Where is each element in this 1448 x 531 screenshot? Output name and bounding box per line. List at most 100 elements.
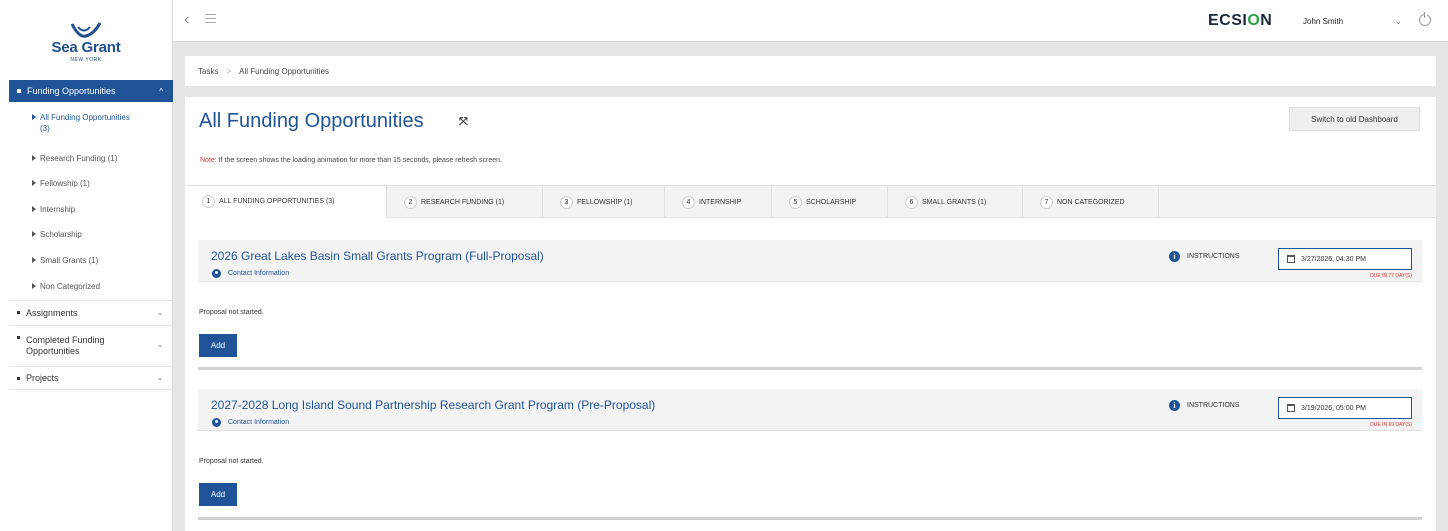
user-name[interactable]: John Smith bbox=[1303, 17, 1343, 26]
tab-non-categorized[interactable]: 7 NON CATEGORIZED bbox=[1023, 186, 1159, 218]
contact-information-link[interactable]: Contact Information bbox=[212, 269, 289, 278]
sidebar-item-label: Internship bbox=[40, 205, 76, 214]
sidebar-item-all-funding-opportunities[interactable]: All Funding Opportunities (3) bbox=[32, 112, 130, 134]
tab-number: 5 bbox=[789, 195, 802, 209]
sidebar-item-label: Small Grants (1) bbox=[40, 256, 99, 265]
expand-icon[interactable]: ⤧ bbox=[459, 116, 468, 129]
sidebar-section-assignments[interactable]: Assignments ⌄ bbox=[9, 300, 173, 324]
contact-information-label: Contact Information bbox=[228, 270, 290, 277]
add-button[interactable]: Add bbox=[199, 334, 237, 357]
chevron-down-icon: ⌄ bbox=[157, 309, 163, 317]
triangle-right-icon bbox=[32, 283, 36, 289]
instructions-link[interactable]: i INSTRUCTIONS bbox=[1169, 400, 1240, 411]
sidebar-item-label-line1: All Funding Opportunities bbox=[40, 113, 130, 122]
tab-number: 7 bbox=[1040, 195, 1053, 209]
breadcrumb-separator: > bbox=[226, 66, 232, 76]
calendar-icon bbox=[1287, 255, 1295, 263]
proposal-status: Proposal not started. bbox=[199, 309, 264, 316]
sidebar-item-small-grants[interactable]: Small Grants (1) bbox=[32, 255, 98, 266]
sidebar: Sea Grant NEW YORK Funding Opportunities… bbox=[0, 0, 173, 531]
tab-label: ALL FUNDING OPPORTUNITIES (3) bbox=[219, 198, 335, 205]
breadcrumb: Tasks > All Funding Opportunities bbox=[185, 56, 1436, 86]
sidebar-section-label: Assignments bbox=[26, 307, 78, 318]
tab-research-funding[interactable]: 2 RESEARCH FUNDING (1) bbox=[387, 186, 543, 218]
due-in-days: DUE IN 69 DAY(S) bbox=[1370, 422, 1412, 428]
sidebar-item-internship[interactable]: Internship bbox=[32, 204, 75, 215]
calendar-icon bbox=[1287, 404, 1295, 412]
sidebar-section-label-line1: Completed Funding bbox=[26, 334, 105, 345]
breadcrumb-tasks-link[interactable]: Tasks bbox=[198, 67, 218, 76]
power-icon[interactable] bbox=[1419, 12, 1431, 26]
sidebar-item-fellowship[interactable]: Fellowship (1) bbox=[32, 178, 90, 189]
due-date-field[interactable]: 3/27/2026, 04:30 PM bbox=[1278, 248, 1412, 270]
bullet-icon bbox=[17, 89, 21, 93]
logo-subtext: NEW YORK bbox=[70, 56, 102, 63]
top-bar: ‹ ECSION John Smith ⌄ bbox=[173, 0, 1448, 42]
contact-information-label: Contact Information bbox=[228, 419, 290, 426]
back-arrow-icon[interactable]: ‹ bbox=[184, 11, 189, 29]
sidebar-item-label: Non Categorized bbox=[40, 282, 101, 291]
ecsion-logo-text-end: N bbox=[1260, 12, 1273, 29]
triangle-right-icon bbox=[32, 231, 36, 237]
ecsion-logo: ECSION bbox=[1208, 12, 1272, 30]
logo-wave-icon bbox=[70, 21, 102, 38]
ecsion-logo-text: ECSI bbox=[1208, 12, 1248, 29]
user-dropdown-chevron-icon[interactable]: ⌄ bbox=[1395, 17, 1402, 26]
sidebar-section-projects[interactable]: Projects ⌄ bbox=[9, 366, 173, 390]
breadcrumb-current: All Funding Opportunities bbox=[239, 66, 329, 76]
instructions-link[interactable]: i INSTRUCTIONS bbox=[1169, 251, 1240, 262]
bullet-icon bbox=[17, 336, 20, 339]
tab-label: SMALL GRANTS (1) bbox=[922, 198, 987, 206]
sidebar-section-completed-funding-opportunities[interactable]: Completed Funding Opportunities ⌄ bbox=[9, 325, 173, 365]
tab-fellowship[interactable]: 3 FELLOWSHIP (1) bbox=[543, 186, 665, 218]
sidebar-item-research-funding[interactable]: Research Funding (1) bbox=[32, 153, 117, 164]
chevron-down-icon: ⌄ bbox=[157, 375, 163, 382]
note-label: Note: bbox=[200, 157, 217, 164]
tab-small-grants[interactable]: 6 SMALL GRANTS (1) bbox=[888, 186, 1023, 218]
tab-internship[interactable]: 4 INTERNSHIP bbox=[665, 186, 772, 218]
due-in-days: DUE IN 77 DAY(S) bbox=[1370, 273, 1412, 279]
triangle-right-icon bbox=[32, 257, 36, 263]
info-icon: i bbox=[1169, 400, 1180, 411]
opportunity-title[interactable]: 2026 Great Lakes Basin Small Grants Prog… bbox=[211, 249, 544, 263]
tab-number: 3 bbox=[560, 195, 573, 209]
note-text: If the screen shows the loading animatio… bbox=[216, 157, 502, 164]
due-date-field[interactable]: 3/19/2026, 05:00 PM bbox=[1278, 397, 1412, 419]
instructions-label: INSTRUCTIONS bbox=[1187, 402, 1240, 409]
ecsion-logo-o: O bbox=[1247, 12, 1261, 29]
chevron-up-icon: ^ bbox=[159, 86, 163, 96]
tab-number: 6 bbox=[905, 195, 918, 209]
funding-opportunity-card: 2026 Great Lakes Basin Small Grants Prog… bbox=[198, 240, 1422, 282]
sidebar-item-label: Fellowship (1) bbox=[40, 179, 90, 188]
hamburger-menu-icon[interactable] bbox=[205, 14, 216, 26]
tab-label: INTERNSHIP bbox=[699, 198, 742, 206]
sea-grant-logo[interactable]: Sea Grant NEW YORK bbox=[0, 0, 172, 80]
sidebar-item-label: Scholarship bbox=[40, 230, 82, 239]
tab-scholarship[interactable]: 5 SCHOLARSHIP bbox=[772, 186, 888, 218]
logo-text: Sea Grant bbox=[51, 38, 121, 56]
user-icon bbox=[212, 269, 221, 278]
info-icon: i bbox=[1169, 251, 1180, 262]
sidebar-item-scholarship[interactable]: Scholarship bbox=[32, 229, 82, 240]
page-title: All Funding Opportunities bbox=[199, 110, 424, 132]
tab-number: 2 bbox=[404, 195, 417, 209]
triangle-right-icon bbox=[32, 206, 36, 212]
proposal-status: Proposal not started. bbox=[199, 458, 264, 465]
bullet-icon bbox=[17, 311, 20, 314]
contact-information-link[interactable]: Contact Information bbox=[212, 418, 289, 427]
card-divider bbox=[198, 517, 1422, 520]
tab-number: 1 bbox=[202, 195, 215, 208]
opportunity-title[interactable]: 2027-2028 Long Island Sound Partnership … bbox=[211, 398, 655, 412]
sidebar-section-label: Completed Funding Opportunities bbox=[26, 335, 105, 357]
instructions-label: INSTRUCTIONS bbox=[1187, 253, 1240, 260]
sidebar-section-funding-opportunities[interactable]: Funding Opportunities ^ bbox=[9, 80, 173, 102]
sidebar-item-label: Research Funding (1) bbox=[40, 154, 118, 163]
funding-opportunity-card: 2027-2028 Long Island Sound Partnership … bbox=[198, 389, 1422, 431]
card-header: 2027-2028 Long Island Sound Partnership … bbox=[198, 389, 1422, 431]
sidebar-item-non-categorized[interactable]: Non Categorized bbox=[32, 281, 100, 292]
user-icon bbox=[212, 418, 221, 427]
switch-to-old-dashboard-button[interactable]: Switch to old Dashboard bbox=[1289, 107, 1420, 131]
tab-all-funding-opportunities[interactable]: 1 ALL FUNDING OPPORTUNITIES (3) bbox=[185, 186, 387, 218]
add-button[interactable]: Add bbox=[199, 483, 237, 506]
sidebar-section-label: Funding Opportunities bbox=[27, 86, 116, 96]
